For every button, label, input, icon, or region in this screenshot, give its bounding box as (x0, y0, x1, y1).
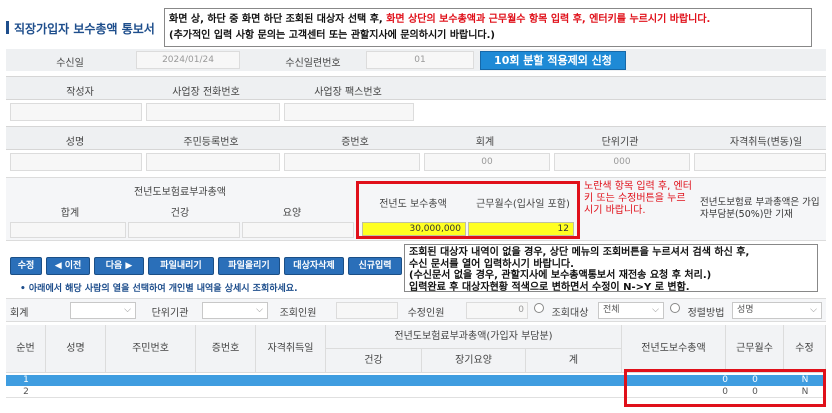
toolbar-hint: • 아래에서 해당 사람의 열을 선택하여 개인별 내역을 상세시 조회하세요. (20, 284, 298, 294)
receipt-date-field[interactable]: 2024/01/24 (136, 51, 240, 69)
info-line2: 수신 문서를 열어 입력하시기 바랍니다. (409, 258, 574, 270)
business-fax-label: 사업장 팩스번호 (314, 87, 382, 98)
edit-count-field: 0 (466, 302, 528, 319)
writer-label: 작성자 (66, 87, 94, 98)
target-label: 조회대상 (551, 308, 589, 319)
filter-account-label: 회계 (10, 308, 29, 319)
highlight-result-box (624, 369, 826, 407)
grid-subheader-ltc: 장기요양 (422, 349, 526, 373)
row-seq: 2 (23, 387, 29, 397)
business-fax-field[interactable] (284, 103, 414, 121)
notice-line1-red: 화면 상단의 보수총액과 근무월수 항목 입력 후, 엔터키를 누르시기 바랍니… (386, 14, 711, 25)
query-count-field (336, 302, 398, 319)
grid-header-prev-year: 전년도보험료부과총액(가입자 부담분) (326, 325, 622, 349)
card-number-field[interactable] (284, 153, 420, 171)
grid-header-card: 증번호 (196, 325, 256, 373)
installment-exclusion-button[interactable]: 10회 분할 적용제외 신청 (480, 51, 626, 70)
sort-select-value: 성명 (737, 305, 754, 315)
query-count-label: 조회인원 (279, 308, 317, 319)
info-notice: 조회된 대상자 내역이 없을 경우, 상단 메뉴의 조회버튼을 누르셔서 검색 … (404, 244, 818, 293)
name-field[interactable] (10, 153, 142, 171)
grid-header-acq: 자격취득일 (256, 325, 326, 373)
target-radio[interactable] (534, 303, 544, 313)
rrn-field[interactable] (146, 153, 280, 171)
filter-unit-label: 단위기관 (151, 308, 189, 319)
grid-subheader-health: 건강 (326, 349, 422, 373)
edit-count-label: 수정인원 (407, 308, 445, 319)
account-label: 회계 (475, 137, 495, 148)
chevron-down-icon: ⌵ (652, 305, 659, 315)
sort-radio[interactable] (670, 303, 680, 313)
top-notice: 화면 상, 하단 중 화면 하단 조회된 대상자 선택 후, 화면 상단의 보수… (164, 8, 812, 47)
notice-line1-prefix: 화면 상, 하단 중 화면 하단 조회된 대상자 선택 후, (169, 14, 387, 25)
upload-file-button[interactable]: 파일올리기 (218, 257, 280, 275)
rrn-label: 주민등록번호 (183, 137, 239, 148)
notice-line2: (추가적인 입력 사항 문의는 고객센터 또는 관할지사에 문의하시기 바랍니다… (169, 30, 495, 41)
receipt-serial-field[interactable]: 01 (366, 51, 474, 69)
sort-label: 정렬방법 (687, 308, 725, 319)
edit-button[interactable]: 수정 (10, 257, 42, 275)
person-header-row (6, 126, 826, 150)
grid-header-months: 근무월수 (726, 325, 784, 373)
account-field[interactable]: 00 (424, 153, 550, 171)
work-months-input[interactable]: 12 (468, 222, 574, 236)
page-title: 직장가입자 보수총액 통보서 (14, 22, 155, 36)
filter-account-select[interactable]: ⌵ (70, 302, 136, 319)
download-file-button[interactable]: 파일내리기 (148, 257, 214, 275)
info-line1: 조회된 대상자 내역이 없을 경우, 상단 메뉴의 조회버튼을 누르셔서 검색 … (409, 247, 750, 258)
prev-year-total-label: 합계 (60, 208, 80, 219)
delete-target-button[interactable]: 대상자삭제 (284, 257, 344, 275)
business-phone-label: 사업장 전화번호 (172, 87, 240, 98)
row-seq: 1 (23, 375, 29, 385)
work-months-label: 근무월수(입사일 포함) (476, 199, 570, 210)
total-pay-label: 전년도 보수총액 (379, 199, 447, 210)
target-select-value: 전체 (603, 305, 620, 315)
yellow-field-hint: 노란색 항목 입력 후, 엔터키 또는 수정버튼을 누르시기 바랍니다. (584, 181, 692, 216)
unit-label: 단위기관 (601, 137, 639, 148)
grid-header-name: 성명 (46, 325, 106, 373)
acquisition-date-label: 자격취득(변동)일 (729, 137, 803, 148)
next-button[interactable]: 다음 ▶ (94, 257, 144, 275)
new-entry-button[interactable]: 신규입력 (348, 257, 402, 275)
info-line3: (수신문서 없을 경우, 관할지사에 보수총액통보서 재전송 요청 후 처리.) (409, 270, 712, 281)
prev-year-ltc-label: 요양 (282, 208, 302, 219)
prev-year-health-label: 건강 (170, 208, 190, 219)
target-select[interactable]: 전체 ⌵ (598, 302, 664, 319)
prev-year-title: 전년도보험료부과총액 (134, 187, 226, 198)
prev-year-ltc-field[interactable] (242, 222, 354, 238)
acquisition-date-field[interactable] (694, 153, 826, 171)
receipt-serial-label: 수신일련번호 (285, 58, 341, 69)
filter-unit-select[interactable]: ⌵ (202, 302, 268, 319)
business-phone-field[interactable] (146, 103, 280, 121)
grid-header-rrn: 주민번호 (106, 325, 196, 373)
grid-header-edit: 수정 (784, 325, 826, 373)
chevron-down-icon: ⌵ (124, 305, 131, 315)
prev-year-health-field[interactable] (128, 222, 240, 238)
sort-select[interactable]: 성명 ⌵ (732, 302, 822, 319)
unit-field[interactable]: 000 (554, 153, 690, 171)
info-line4: 입력완료 후 대상자현황 적색으로 변하면서 수정이 N->Y 로 변함. (409, 281, 690, 293)
title-accent-bar (6, 21, 9, 34)
grid-subheader-sum: 계 (526, 349, 622, 373)
grid-header-seq: 순번 (6, 325, 46, 373)
chevron-down-icon: ⌵ (256, 305, 263, 315)
writer-field[interactable] (10, 103, 142, 121)
total-pay-input[interactable]: 30,000,000 (362, 222, 466, 236)
card-number-label: 증번호 (341, 137, 369, 148)
grid-header-pay: 전년도보수총액 (622, 325, 726, 373)
chevron-down-icon: ⌵ (810, 305, 817, 315)
prev-year-total-field[interactable] (10, 222, 126, 238)
receipt-date-label: 수신일 (56, 58, 84, 69)
name-label: 성명 (65, 137, 85, 148)
prev-button[interactable]: ◀ 이전 (46, 257, 90, 275)
prev-year-note: 전년도보험료 부과총액은 가입자부담분(50%)만 기재 (700, 197, 820, 220)
